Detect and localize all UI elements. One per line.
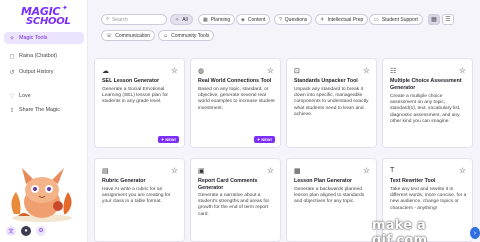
sidebar-item-share-the-magic[interactable]: ⇪ Share The Magic	[4, 104, 84, 116]
globe-icon: ◍	[198, 68, 205, 75]
heart-icon: ♡	[9, 93, 15, 100]
play-arrow-icon: ›	[469, 227, 480, 239]
brain-icon: ⚘	[320, 16, 325, 23]
filter-label: Planning	[210, 16, 231, 23]
wand-icon: ✧	[9, 35, 15, 42]
sidebar-item-label: Raina (Chatbot)	[19, 53, 58, 59]
filter-label: Intellectual Prep	[327, 16, 364, 23]
tool-card-report-card-comments[interactable]: ▣ ☆ Report Card Comments Generator Gener…	[190, 158, 281, 242]
chat-icon: ◻	[9, 53, 15, 60]
tool-card-multiple-choice-assessment[interactable]: ☷ ☆ Multiple Choice Assessment Generator…	[382, 58, 473, 148]
filter-intellectual-prep[interactable]: ⚘ Intellectual Prep	[315, 14, 369, 25]
translate-icon[interactable]: 文	[6, 226, 16, 236]
new-badge: ✦ NEW!	[253, 136, 275, 143]
mascot-illustration	[11, 168, 72, 222]
filter-all[interactable]: ✧ All	[170, 14, 193, 25]
card-title: Lesson Plan Generator	[294, 178, 352, 184]
sparkle-icon: ✦	[62, 5, 68, 12]
favorite-star-icon[interactable]: ☆	[363, 166, 370, 175]
filter-communication[interactable]: ☏ Communication	[101, 30, 156, 41]
card-title: Multiple Choice Assessment Generator	[390, 78, 462, 91]
tool-card-rubric-generator[interactable]: ▤ ☆ Rubric Generator Have AI write a rub…	[94, 158, 185, 242]
card-description: Generate a Social Emotional Learning (SE…	[102, 87, 169, 105]
sidebar-item-love[interactable]: ♡ Love	[4, 90, 84, 102]
new-badge-label: NEW!	[165, 137, 176, 142]
filter-student-support[interactable]: ▭ Student Support	[369, 14, 423, 25]
sparkle-icon: ✧	[175, 16, 180, 23]
filter-label: Student Support	[381, 16, 418, 23]
filter-label: All	[182, 16, 188, 23]
report-icon: ▣	[198, 168, 205, 175]
magic-school-logo[interactable]: MAGIC SCHOOL ✦	[18, 4, 71, 30]
card-description: Generate a narrative about a student's s…	[198, 193, 270, 217]
new-badge-label: NEW!	[261, 137, 272, 142]
avatar[interactable]: ●	[21, 226, 31, 236]
card-title: Real World Connections Tool	[198, 78, 272, 84]
cloud-icon: ☁	[102, 68, 109, 75]
content-icon: ◈	[241, 16, 245, 23]
favorite-star-icon[interactable]: ☆	[459, 66, 466, 75]
communication-icon: ☏	[106, 32, 113, 39]
favorite-star-icon[interactable]: ☆	[171, 66, 178, 75]
card-title: Standards Unpacker Tool	[294, 78, 358, 84]
card-description: Unpack any standard to break it down int…	[294, 87, 369, 117]
search-input[interactable]: ⌕ Search	[101, 14, 167, 25]
tool-card-sel-lesson-generator[interactable]: ☁ ☆ SEL Lesson Generator Generate a Soci…	[94, 58, 185, 148]
new-badge: ✦ NEW!	[157, 136, 179, 143]
search-placeholder: Search	[112, 16, 128, 23]
history-icon: ↺	[9, 69, 15, 76]
filter-planning[interactable]: ▦ Planning	[198, 14, 236, 25]
rubric-icon: ▤	[102, 168, 109, 175]
sidebar-item-raina-chatbot[interactable]: ◻ Raina (Chatbot)	[4, 50, 84, 62]
sidebar-item-label: Output History	[19, 69, 54, 75]
tool-card-lesson-plan-generator[interactable]: ▦ ☆ Lesson Plan Generator Generate a bac…	[286, 158, 377, 242]
card-title: SEL Lesson Generator	[102, 78, 160, 84]
open-box-icon: ⊡	[294, 68, 300, 75]
favorite-star-icon[interactable]: ☆	[459, 166, 466, 175]
sidebar-item-output-history[interactable]: ↺ Output History	[4, 66, 84, 78]
question-icon: ?	[279, 16, 282, 23]
calendar-icon: ▦	[203, 16, 208, 23]
calendar-icon: ▦	[294, 168, 301, 175]
sidebar: MAGIC SCHOOL ✦ ✧ Magic Tools ◻ Raina (Ch…	[0, 0, 88, 242]
sidebar-item-label: Magic Tools	[19, 35, 48, 41]
card-title: Report Card Comments Generator	[198, 178, 258, 191]
filter-label: Community Tools	[171, 32, 210, 39]
favorite-star-icon[interactable]: ☆	[267, 66, 274, 75]
logo-line2: SCHOOL	[26, 16, 71, 27]
sidebar-item-label: Share The Magic	[19, 107, 60, 113]
support-icon: ▭	[374, 16, 379, 23]
makeagif-watermark: make a gif.com ›	[372, 218, 480, 242]
filter-community-tools[interactable]: ☺ Community Tools	[158, 30, 215, 41]
favorite-star-icon[interactable]: ☆	[267, 166, 274, 175]
card-description: Have AI write a rubric for an assignment…	[102, 187, 171, 205]
tool-card-real-world-connections[interactable]: ◍ ☆ Real World Connections Tool Based on…	[190, 58, 281, 148]
card-description: Generate a backwards planned lesson plan…	[294, 187, 365, 205]
card-description: Based on any topic, standard, or objecti…	[198, 87, 275, 111]
card-title: Text Rewriter Tool	[390, 178, 436, 184]
share-icon: ⇪	[9, 107, 15, 114]
card-title: Rubric Generator	[102, 178, 146, 184]
filter-label: Content	[247, 16, 266, 23]
card-description: Create a multiple choice assessment on a…	[390, 94, 461, 124]
filter-questions[interactable]: ? Questions	[274, 14, 313, 25]
text-icon: T	[390, 167, 395, 174]
tool-card-standards-unpacker[interactable]: ⊡ ☆ Standards Unpacker Tool Unpack any s…	[286, 58, 377, 148]
favorite-star-icon[interactable]: ☆	[363, 66, 370, 75]
settings-icon[interactable]: ⚙	[36, 226, 46, 236]
grid-view-icon[interactable]: ▦	[428, 14, 440, 25]
sidebar-item-magic-tools[interactable]: ✧ Magic Tools	[4, 32, 84, 44]
search-icon: ⌕	[106, 16, 110, 22]
filter-label: Questions	[284, 16, 308, 23]
view-toggle: ▦ ☰	[428, 14, 454, 25]
sidebar-item-label: Love	[19, 93, 31, 99]
card-description: Take any text and rewrite it in differen…	[390, 187, 467, 211]
list-view-icon[interactable]: ☰	[442, 14, 454, 25]
list-icon: ☷	[390, 68, 397, 75]
filter-content[interactable]: ◈ Content	[236, 14, 271, 25]
favorite-star-icon[interactable]: ☆	[171, 166, 178, 175]
filter-label: Communication	[115, 32, 151, 39]
watermark-text: make a gif.com	[372, 218, 428, 242]
community-icon: ☺	[163, 32, 169, 39]
